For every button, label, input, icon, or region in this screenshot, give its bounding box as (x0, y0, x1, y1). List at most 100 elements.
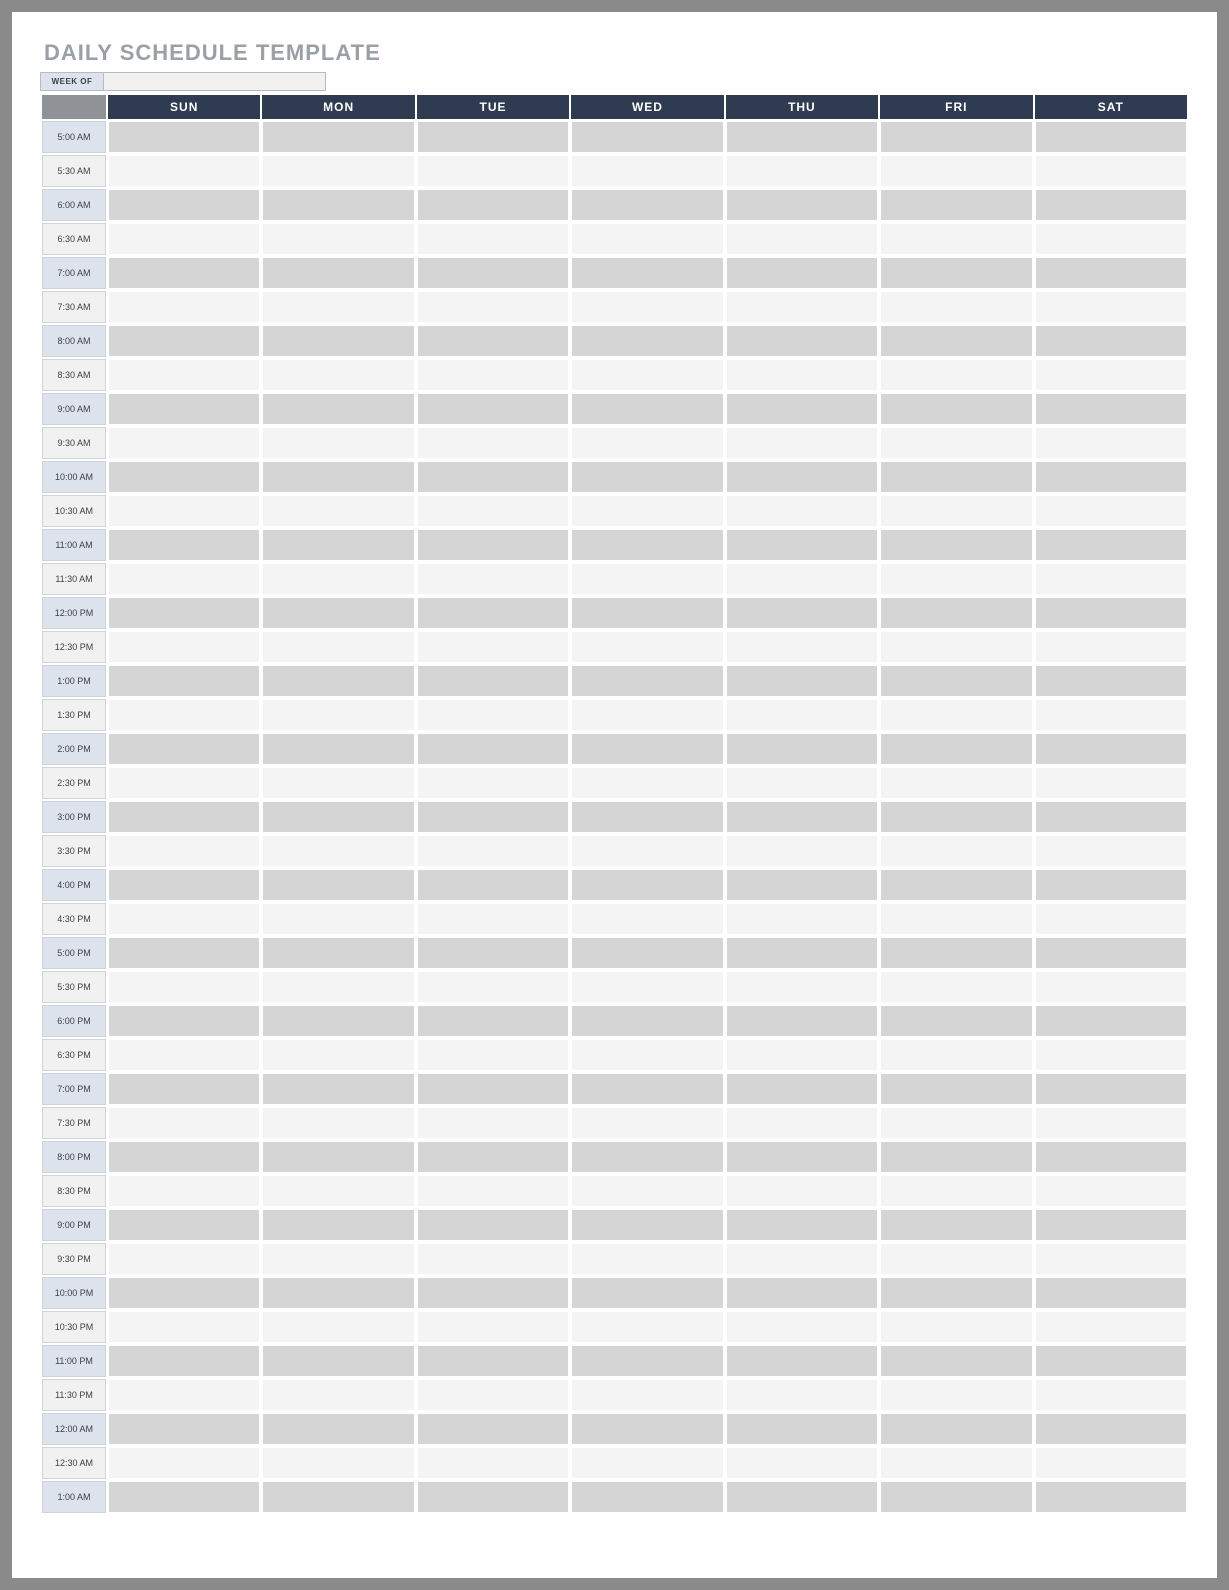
schedule-cell[interactable] (262, 767, 414, 799)
schedule-cell[interactable] (726, 699, 878, 731)
schedule-cell[interactable] (1035, 1107, 1187, 1139)
schedule-cell[interactable] (1035, 801, 1187, 833)
schedule-cell[interactable] (726, 393, 878, 425)
schedule-cell[interactable] (417, 597, 569, 629)
schedule-cell[interactable] (1035, 971, 1187, 1003)
schedule-cell[interactable] (108, 903, 260, 935)
schedule-cell[interactable] (1035, 155, 1187, 187)
schedule-cell[interactable] (108, 1005, 260, 1037)
schedule-cell[interactable] (262, 733, 414, 765)
schedule-cell[interactable] (571, 495, 723, 527)
schedule-cell[interactable] (571, 427, 723, 459)
schedule-cell[interactable] (880, 835, 1032, 867)
schedule-cell[interactable] (108, 563, 260, 595)
schedule-cell[interactable] (726, 903, 878, 935)
schedule-cell[interactable] (262, 223, 414, 255)
schedule-cell[interactable] (880, 223, 1032, 255)
schedule-cell[interactable] (880, 1447, 1032, 1479)
schedule-cell[interactable] (880, 971, 1032, 1003)
schedule-cell[interactable] (726, 1277, 878, 1309)
schedule-cell[interactable] (1035, 529, 1187, 561)
schedule-cell[interactable] (726, 1107, 878, 1139)
schedule-cell[interactable] (1035, 835, 1187, 867)
schedule-cell[interactable] (880, 1175, 1032, 1207)
schedule-cell[interactable] (1035, 903, 1187, 935)
schedule-cell[interactable] (571, 835, 723, 867)
schedule-cell[interactable] (571, 1073, 723, 1105)
schedule-cell[interactable] (726, 155, 878, 187)
schedule-cell[interactable] (880, 359, 1032, 391)
schedule-cell[interactable] (571, 1481, 723, 1513)
schedule-cell[interactable] (880, 461, 1032, 493)
schedule-cell[interactable] (417, 1005, 569, 1037)
schedule-cell[interactable] (108, 223, 260, 255)
schedule-cell[interactable] (571, 1141, 723, 1173)
schedule-cell[interactable] (880, 1345, 1032, 1377)
schedule-cell[interactable] (108, 1277, 260, 1309)
schedule-cell[interactable] (108, 1141, 260, 1173)
schedule-cell[interactable] (1035, 223, 1187, 255)
schedule-cell[interactable] (417, 869, 569, 901)
schedule-cell[interactable] (108, 495, 260, 527)
schedule-cell[interactable] (571, 1413, 723, 1445)
schedule-cell[interactable] (262, 325, 414, 357)
schedule-cell[interactable] (108, 937, 260, 969)
schedule-cell[interactable] (262, 971, 414, 1003)
schedule-cell[interactable] (262, 1243, 414, 1275)
schedule-cell[interactable] (880, 903, 1032, 935)
schedule-cell[interactable] (880, 1039, 1032, 1071)
schedule-cell[interactable] (571, 563, 723, 595)
schedule-cell[interactable] (262, 869, 414, 901)
schedule-cell[interactable] (571, 1107, 723, 1139)
schedule-cell[interactable] (571, 733, 723, 765)
schedule-cell[interactable] (571, 937, 723, 969)
schedule-cell[interactable] (880, 563, 1032, 595)
schedule-cell[interactable] (417, 835, 569, 867)
schedule-cell[interactable] (571, 1379, 723, 1411)
schedule-cell[interactable] (1035, 393, 1187, 425)
schedule-cell[interactable] (880, 189, 1032, 221)
schedule-cell[interactable] (262, 563, 414, 595)
schedule-cell[interactable] (880, 121, 1032, 153)
schedule-cell[interactable] (880, 1311, 1032, 1343)
schedule-cell[interactable] (108, 1175, 260, 1207)
schedule-cell[interactable] (571, 121, 723, 153)
schedule-cell[interactable] (1035, 257, 1187, 289)
schedule-cell[interactable] (880, 1141, 1032, 1173)
schedule-cell[interactable] (1035, 1005, 1187, 1037)
schedule-cell[interactable] (880, 1073, 1032, 1105)
schedule-cell[interactable] (880, 937, 1032, 969)
schedule-cell[interactable] (726, 1447, 878, 1479)
schedule-cell[interactable] (108, 1413, 260, 1445)
schedule-cell[interactable] (880, 665, 1032, 697)
schedule-cell[interactable] (571, 903, 723, 935)
schedule-cell[interactable] (417, 1447, 569, 1479)
schedule-cell[interactable] (1035, 121, 1187, 153)
schedule-cell[interactable] (417, 1413, 569, 1445)
schedule-cell[interactable] (880, 801, 1032, 833)
schedule-cell[interactable] (880, 631, 1032, 663)
schedule-cell[interactable] (1035, 1413, 1187, 1445)
schedule-cell[interactable] (262, 699, 414, 731)
schedule-cell[interactable] (880, 1379, 1032, 1411)
schedule-cell[interactable] (417, 325, 569, 357)
schedule-cell[interactable] (571, 801, 723, 833)
schedule-cell[interactable] (880, 495, 1032, 527)
schedule-cell[interactable] (1035, 1243, 1187, 1275)
schedule-cell[interactable] (108, 767, 260, 799)
schedule-cell[interactable] (108, 291, 260, 323)
schedule-cell[interactable] (108, 631, 260, 663)
schedule-cell[interactable] (880, 155, 1032, 187)
schedule-cell[interactable] (262, 801, 414, 833)
schedule-cell[interactable] (262, 1481, 414, 1513)
schedule-cell[interactable] (417, 767, 569, 799)
schedule-cell[interactable] (262, 631, 414, 663)
schedule-cell[interactable] (262, 189, 414, 221)
schedule-cell[interactable] (108, 1039, 260, 1071)
schedule-cell[interactable] (262, 393, 414, 425)
schedule-cell[interactable] (417, 461, 569, 493)
schedule-cell[interactable] (726, 121, 878, 153)
schedule-cell[interactable] (880, 529, 1032, 561)
schedule-cell[interactable] (262, 597, 414, 629)
schedule-cell[interactable] (108, 1481, 260, 1513)
